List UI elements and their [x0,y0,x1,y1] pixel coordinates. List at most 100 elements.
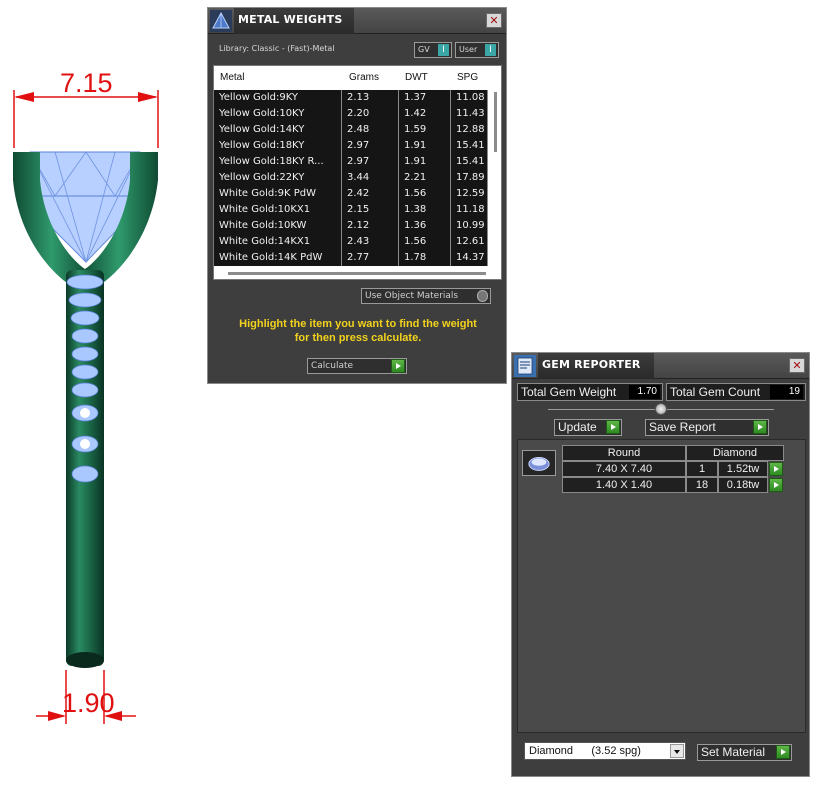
column-header-dwt[interactable]: DWT [405,66,428,90]
user-toggle[interactable]: User I [455,42,499,58]
use-object-materials-label: Use Object Materials [365,291,459,301]
cell-spg: 15.41 [451,154,488,170]
column-header-shape: Round [562,445,686,461]
gem-cell-tw: 1.52tw [718,461,768,477]
total-gem-count-value: 19 [770,385,803,399]
ring-render [13,90,159,724]
user-toggle-label: User [459,45,478,54]
table-row[interactable]: Yellow Gold:22KY 3.44 2.21 17.89 [214,170,488,186]
table-row[interactable]: White Gold:10KW 2.12 1.36 10.99 [214,218,488,234]
play-arrow-icon [391,359,405,373]
cell-grams: 2.13 [342,90,399,106]
instructions-text: Highlight the item you want to find the … [208,317,508,345]
cell-grams: 2.77 [342,250,399,266]
cell-grams: 2.20 [342,106,399,122]
cell-metal: White Gold:14K PdW [214,250,342,266]
column-header-spg[interactable]: SPG [457,66,478,90]
cell-metal: White Gold:9K PdW [214,186,342,202]
column-header-material: Diamond [686,445,784,461]
dimension-top-label: 7.15 [60,68,113,98]
cell-dwt: 1.59 [399,122,451,138]
cell-grams: 2.43 [342,234,399,250]
gv-toggle[interactable]: GV I [414,42,452,58]
table-row[interactable]: White Gold:14K PdW 2.77 1.78 14.37 [214,250,488,266]
cell-metal: White Gold:14KX1 [214,234,342,250]
calculate-label: Calculate [311,361,354,371]
cell-dwt: 2.21 [399,170,451,186]
cell-grams: 2.97 [342,138,399,154]
gem-list[interactable]: Round Diamond 7.40 X 7.40 1 1.52tw 1.40 X 1… [517,439,806,733]
cell-spg: 11.43 [451,106,488,122]
gem-reporter-panel: GEM REPORTER ✕ Total Gem Weight 1.70 Tot… [511,352,810,777]
cell-spg: 12.88 [451,122,488,138]
dimension-bottom-label: 1.90 [62,688,115,718]
cell-spg: 11.08 [451,90,488,106]
table-row[interactable]: White Gold:14KX1 2.43 1.56 12.61 [214,234,488,250]
update-button[interactable]: Update [554,419,622,436]
cell-dwt: 1.37 [399,90,451,106]
pyramid-icon [210,10,232,32]
ring-3d-view: 7.15 1.90 [0,0,205,781]
total-gem-weight-value: 1.70 [629,385,660,399]
cell-spg: 12.59 [451,186,488,202]
total-gem-count-label: Total Gem Count [670,385,761,399]
play-arrow-icon[interactable] [769,478,783,492]
save-report-label: Save Report [649,420,716,434]
gem-report-icon [514,355,536,377]
metal-weights-panel: METAL WEIGHTS ✕ Library: Classic - (Fast… [207,7,507,384]
cell-dwt: 1.56 [399,234,451,250]
gem-cell-size: 7.40 X 7.40 [562,461,686,477]
gem-cell-count: 18 [686,477,718,493]
column-header-grams[interactable]: Grams [349,66,379,90]
cell-spg: 17.89 [451,170,488,186]
cell-spg: 14.37 [451,250,488,266]
round-gem-icon[interactable] [522,450,556,476]
gv-indicator-icon: I [438,44,449,56]
cell-grams: 2.15 [342,202,399,218]
metal-weights-table[interactable]: Metal Grams DWT SPG Yellow Gold:9KY 2.13 1… [213,65,502,280]
cell-metal: Yellow Gold:9KY [214,90,342,106]
gem-reporter-title: GEM REPORTER [542,358,641,371]
table-row[interactable]: Yellow Gold:18KY 2.97 1.91 15.41 [214,138,488,154]
calculate-button[interactable]: Calculate [307,358,407,374]
metal-weights-titlebar[interactable]: METAL WEIGHTS ✕ [208,8,506,34]
play-arrow-icon [753,420,767,434]
arrow-right-icon [138,92,158,102]
material-select[interactable]: Diamond (3.52 spg) [524,742,686,760]
table-row[interactable]: Yellow Gold:18KY R... 2.97 1.91 15.41 [214,154,488,170]
close-icon[interactable]: ✕ [486,13,502,28]
gem-cell-size: 1.40 X 1.40 [562,477,686,493]
slider-knob[interactable] [655,403,667,415]
set-material-button[interactable]: Set Material [697,744,792,761]
cell-metal: Yellow Gold:18KY R... [214,154,342,170]
column-header-metal[interactable]: Metal [220,66,244,90]
cell-dwt: 1.78 [399,250,451,266]
vertical-scrollbar[interactable] [491,90,501,262]
shank-end [66,652,104,668]
cell-dwt: 1.42 [399,106,451,122]
cell-grams: 3.44 [342,170,399,186]
user-indicator-icon: I [485,44,496,56]
scrollbar-thumb[interactable] [494,92,497,152]
close-icon[interactable]: ✕ [789,358,805,373]
table-row[interactable]: Yellow Gold:10KY 2.20 1.42 11.43 [214,106,488,122]
chevron-down-icon[interactable] [670,744,684,758]
play-arrow-icon[interactable] [769,462,783,476]
cell-spg: 11.18 [451,202,488,218]
use-object-materials-toggle[interactable]: Use Object Materials [361,288,491,304]
set-material-label: Set Material [701,745,766,759]
cell-dwt: 1.91 [399,154,451,170]
table-row[interactable]: White Gold:9K PdW 2.42 1.56 12.59 [214,186,488,202]
instructions-line-2: for then press calculate. [294,332,422,344]
cell-grams: 2.97 [342,154,399,170]
gem-reporter-titlebar[interactable]: GEM REPORTER ✕ [512,353,809,379]
table-row[interactable]: Yellow Gold:14KY 2.48 1.59 12.88 [214,122,488,138]
gem-cell-tw: 0.18tw [718,477,768,493]
cell-metal: White Gold:10KX1 [214,202,342,218]
table-row[interactable]: White Gold:10KX1 2.15 1.38 11.18 [214,202,488,218]
table-row[interactable]: Yellow Gold:9KY 2.13 1.37 11.08 [214,90,488,106]
cell-spg: 12.61 [451,234,488,250]
horizontal-scrollbar[interactable] [228,272,486,275]
cell-grams: 2.42 [342,186,399,202]
save-report-button[interactable]: Save Report [645,419,769,436]
